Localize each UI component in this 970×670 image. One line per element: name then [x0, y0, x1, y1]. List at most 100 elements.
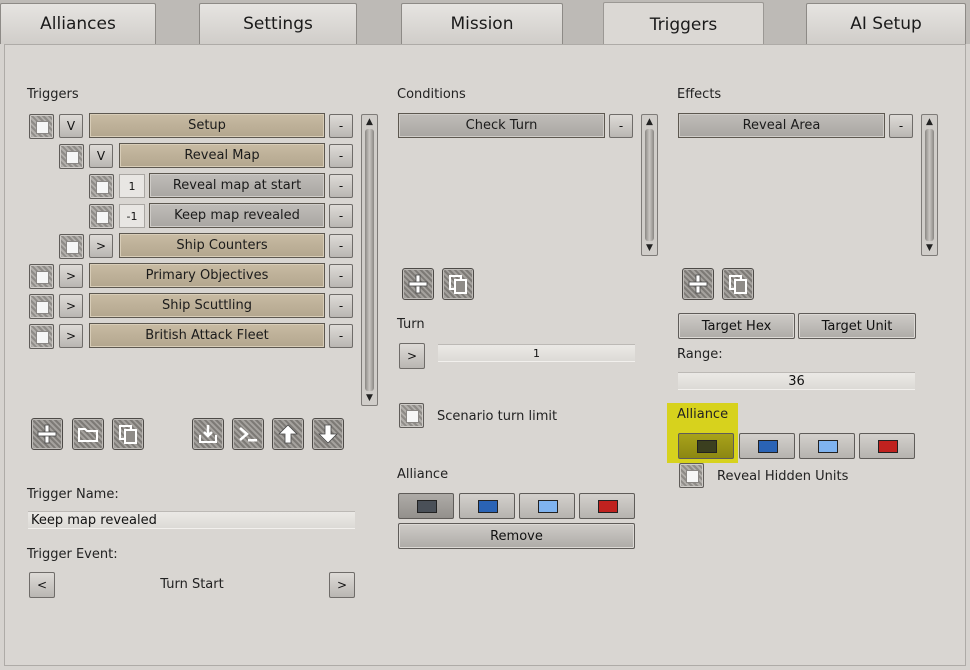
triggers-scrollbar[interactable]: ▲ ▼	[361, 114, 378, 406]
event-prev-button[interactable]: <	[29, 572, 55, 598]
trigger-remove-button[interactable]: -	[329, 264, 353, 288]
scenario-turn-limit-checkbox[interactable]	[399, 403, 424, 428]
tab-mission[interactable]: Mission	[401, 3, 563, 44]
trigger-toggle-button[interactable]: >	[89, 234, 113, 258]
effect-alliance-swatch-blue[interactable]	[739, 433, 795, 459]
trigger-toggle-button[interactable]: >	[59, 294, 83, 318]
condition-alliance-swatch-lightblue[interactable]	[519, 493, 575, 519]
reveal-hidden-units-checkbox[interactable]	[679, 463, 704, 488]
effect-remove-button[interactable]: -	[889, 114, 913, 138]
scroll-thumb[interactable]	[925, 129, 934, 241]
add-trigger-button[interactable]	[31, 418, 63, 450]
turn-value-input[interactable]: 1	[438, 344, 635, 362]
effect-alliance-swatch-red[interactable]	[859, 433, 915, 459]
remove-button[interactable]: Remove	[398, 523, 635, 549]
trigger-item-ship-scuttling[interactable]: Ship Scuttling	[89, 293, 325, 318]
trigger-remove-button[interactable]: -	[329, 174, 353, 198]
trigger-remove-button[interactable]: -	[329, 204, 353, 228]
target-hex-button[interactable]: Target Hex	[678, 313, 795, 339]
effect-alliance-label: Alliance	[677, 407, 729, 422]
tab-label: Settings	[243, 14, 313, 34]
color-square	[417, 500, 437, 513]
trigger-checkbox[interactable]	[29, 294, 54, 319]
trigger-checkbox[interactable]	[29, 114, 54, 139]
trigger-toggle-button[interactable]: >	[59, 324, 83, 348]
trigger-item-label: Keep map revealed	[174, 208, 300, 223]
tab-label: Mission	[450, 14, 514, 34]
trigger-remove-button[interactable]: -	[329, 144, 353, 168]
conditions-scrollbar[interactable]: ▲ ▼	[641, 114, 658, 256]
trigger-item-setup[interactable]: Setup	[89, 113, 325, 138]
triggers-heading: Triggers	[27, 87, 79, 102]
condition-alliance-swatch-blue[interactable]	[459, 493, 515, 519]
trigger-item-british-attack-fleet[interactable]: British Attack Fleet	[89, 323, 325, 348]
trigger-item-label: Ship Scuttling	[161, 298, 253, 313]
condition-item-label: Check Turn	[465, 118, 538, 133]
arrow-up-icon	[278, 424, 298, 444]
trigger-item-primary-objectives[interactable]: Primary Objectives	[89, 263, 325, 288]
trigger-toggle-button[interactable]: V	[89, 144, 113, 168]
effect-alliance-swatch-lightblue[interactable]	[799, 433, 855, 459]
tab-label: Alliances	[40, 14, 116, 34]
copy-condition-button[interactable]	[442, 268, 474, 300]
trigger-remove-button[interactable]: -	[329, 234, 353, 258]
reveal-hidden-units-label: Reveal Hidden Units	[717, 469, 849, 484]
tab-triggers[interactable]: Triggers	[603, 2, 764, 47]
copy-effect-button[interactable]	[722, 268, 754, 300]
color-square	[697, 440, 717, 453]
trigger-item-reveal-map-at-start[interactable]: Reveal map at start	[149, 173, 325, 198]
trigger-name-input[interactable]: Keep map revealed	[28, 511, 355, 529]
scroll-thumb[interactable]	[365, 129, 374, 391]
trigger-item-ship-counters[interactable]: Ship Counters	[119, 233, 325, 258]
move-up-button[interactable]	[272, 418, 304, 450]
scroll-up-icon[interactable]: ▲	[924, 117, 935, 127]
console-button[interactable]	[232, 418, 264, 450]
trigger-checkbox[interactable]	[89, 174, 114, 199]
trigger-toggle-button[interactable]: >	[59, 264, 83, 288]
trigger-remove-button[interactable]: -	[329, 114, 353, 138]
trigger-checkbox[interactable]	[59, 144, 84, 169]
effect-item-reveal-area[interactable]: Reveal Area	[678, 113, 885, 138]
trigger-item-keep-map-revealed[interactable]: Keep map revealed	[149, 203, 325, 228]
scroll-down-icon[interactable]: ▼	[364, 393, 375, 403]
trigger-checkbox[interactable]	[29, 264, 54, 289]
trigger-event-label: Trigger Event:	[27, 547, 118, 562]
import-trigger-button[interactable]	[192, 418, 224, 450]
trigger-remove-button[interactable]: -	[329, 294, 353, 318]
tab-settings[interactable]: Settings	[199, 3, 357, 44]
condition-item-check-turn[interactable]: Check Turn	[398, 113, 605, 138]
trigger-checkbox[interactable]	[29, 324, 54, 349]
plus-icon	[688, 274, 708, 294]
trigger-checkbox[interactable]	[59, 234, 84, 259]
copy-trigger-button[interactable]	[112, 418, 144, 450]
scroll-up-icon[interactable]: ▲	[644, 117, 655, 127]
add-effect-button[interactable]	[682, 268, 714, 300]
trigger-checkbox[interactable]	[89, 204, 114, 229]
arrow-down-icon	[318, 424, 338, 444]
trigger-item-label: Reveal map at start	[172, 178, 302, 193]
trigger-item-label: Setup	[188, 118, 226, 133]
scroll-up-icon[interactable]: ▲	[364, 117, 375, 127]
add-folder-button[interactable]	[72, 418, 104, 450]
condition-alliance-swatch-red[interactable]	[579, 493, 635, 519]
move-down-button[interactable]	[312, 418, 344, 450]
scroll-thumb[interactable]	[645, 129, 654, 241]
range-value-input[interactable]: 36	[678, 372, 915, 390]
effects-scrollbar[interactable]: ▲ ▼	[921, 114, 938, 256]
scroll-down-icon[interactable]: ▼	[924, 243, 935, 253]
import-icon	[199, 425, 217, 443]
scroll-down-icon[interactable]: ▼	[644, 243, 655, 253]
trigger-item-reveal-map[interactable]: Reveal Map	[119, 143, 325, 168]
tab-ai-setup[interactable]: AI Setup	[806, 3, 966, 44]
turn-operator-button[interactable]: >	[399, 343, 425, 369]
effect-alliance-swatch-olive[interactable]	[678, 433, 734, 459]
event-next-button[interactable]: >	[329, 572, 355, 598]
trigger-remove-button[interactable]: -	[329, 324, 353, 348]
condition-remove-button[interactable]: -	[609, 114, 633, 138]
trigger-toggle-button[interactable]: V	[59, 114, 83, 138]
tab-alliances[interactable]: Alliances	[0, 3, 156, 44]
condition-alliance-swatch-grey[interactable]	[398, 493, 454, 519]
conditions-heading: Conditions	[397, 87, 466, 102]
add-condition-button[interactable]	[402, 268, 434, 300]
target-unit-button[interactable]: Target Unit	[798, 313, 916, 339]
